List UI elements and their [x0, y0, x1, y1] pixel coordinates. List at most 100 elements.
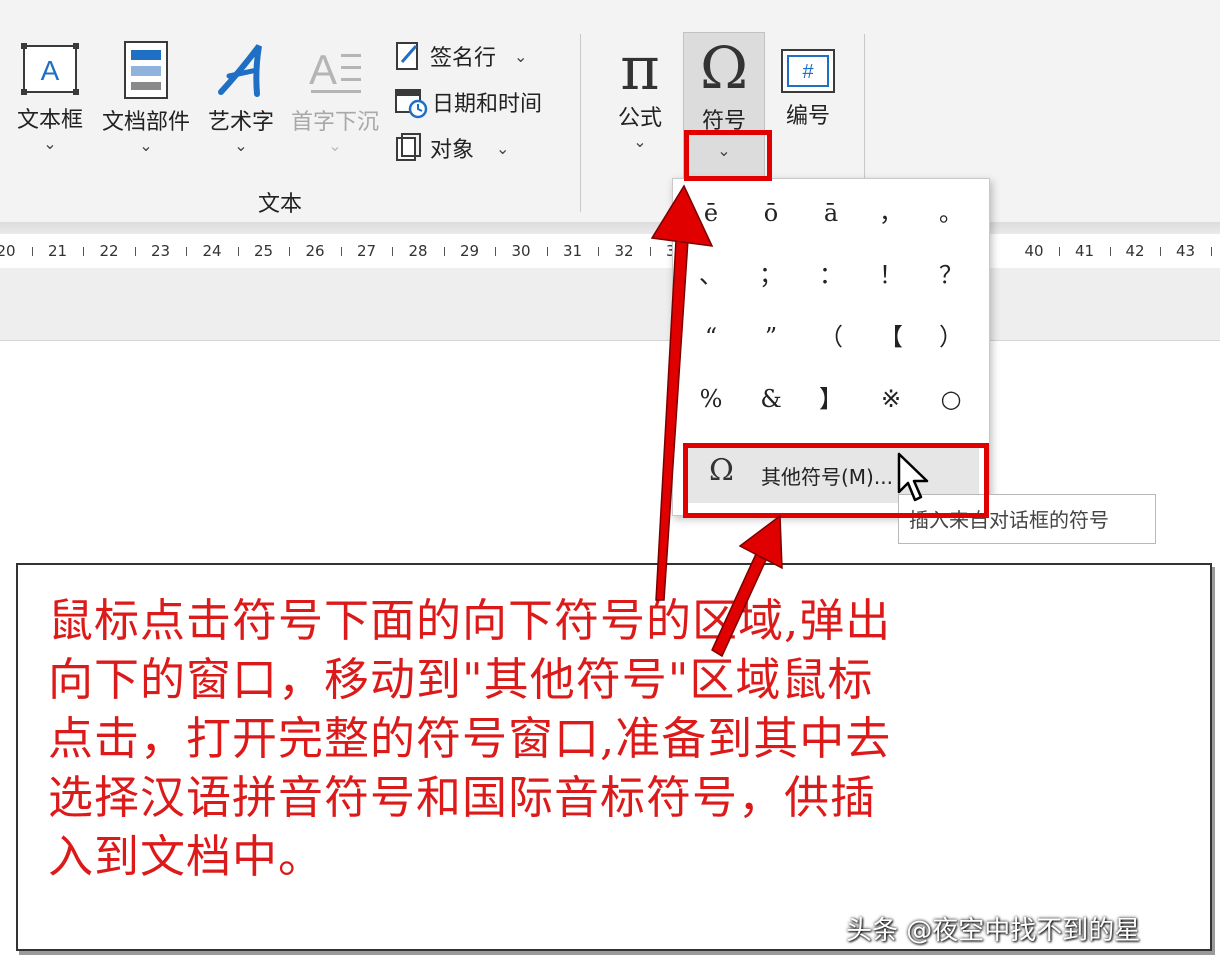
ruler-number: 31	[562, 242, 583, 260]
ruler-number: 43	[1175, 242, 1196, 260]
wordart-label: 艺术字	[207, 110, 274, 135]
wordart-icon	[218, 44, 262, 97]
numbering-label: 编号	[785, 104, 830, 129]
highlight-symbol-chevron	[684, 130, 772, 181]
symbol-cell[interactable]: ？	[921, 245, 981, 305]
ruler-number: 28	[408, 242, 428, 260]
symbol-cell[interactable]: ē	[681, 183, 741, 243]
document-parts-icon	[124, 41, 168, 99]
symbol-cell[interactable]: （	[801, 307, 861, 367]
ruler-tick	[598, 247, 599, 256]
ruler-tick	[341, 247, 342, 256]
equation-button[interactable]: π 公式 ⌄	[604, 38, 676, 168]
ruler-tick	[186, 247, 187, 256]
ruler-number: 42	[1125, 242, 1145, 260]
ruler-tick	[238, 247, 239, 256]
ribbon-shadow	[0, 222, 1220, 234]
ruler-number: 41	[1074, 242, 1095, 260]
ruler-tick	[444, 247, 445, 256]
ruler-tick	[1211, 247, 1212, 256]
group-divider	[580, 34, 581, 212]
chevron-down-icon: ⌄	[43, 134, 57, 153]
ruler-tick	[32, 247, 33, 256]
ruler-tick	[547, 247, 548, 256]
annotation-box: 鼠标点击符号下面的向下符号的区域,弹出 向下的窗口，移动到"其他符号"区域鼠标 …	[16, 563, 1212, 951]
ruler-tick	[289, 247, 290, 256]
symbol-cell[interactable]: 】	[801, 369, 861, 429]
equation-label: 公式	[617, 106, 662, 131]
symbol-cell[interactable]: ※	[861, 369, 921, 429]
object-label: 对象	[430, 138, 475, 163]
ruler-tick	[1110, 247, 1111, 256]
ruler-tick	[392, 247, 393, 256]
textbox-button[interactable]: A 文本框 ⌄	[6, 38, 94, 168]
symbol-cell[interactable]: ，	[861, 183, 921, 243]
symbol-cell[interactable]: 【	[861, 307, 921, 367]
symbol-cell[interactable]: 。	[921, 183, 981, 243]
symbol-cell[interactable]: ā	[801, 183, 861, 243]
ruler-number: 24	[202, 242, 222, 260]
text-group-label: 文本	[258, 192, 303, 217]
symbol-cell[interactable]: “	[681, 307, 741, 367]
document-parts-label: 文档部件	[101, 110, 190, 135]
symbol-cell[interactable]: ○	[921, 369, 981, 429]
wordart-button[interactable]: 艺术字 ⌄	[198, 38, 284, 168]
ruler-tick	[83, 247, 84, 256]
symbol-cell[interactable]: ”	[741, 307, 801, 367]
chevron-down-icon: ⌄	[328, 136, 342, 155]
horizontal-ruler[interactable]: 202122232425262728293031323340414243	[0, 234, 1220, 269]
numbering-icon: #	[781, 49, 835, 93]
ruler-tick	[650, 247, 651, 256]
svg-text:A: A	[309, 46, 337, 93]
ruler-tick	[1160, 247, 1161, 256]
symbol-cell[interactable]: ！	[861, 245, 921, 305]
ruler-number: 21	[47, 242, 68, 260]
drop-cap-button[interactable]: A 首字下沉 ⌄	[286, 38, 384, 168]
signature-icon	[396, 42, 418, 70]
ruler-number: 27	[356, 242, 377, 260]
pi-icon: π	[620, 34, 660, 104]
chevron-down-icon: ⌄	[633, 132, 647, 151]
symbol-cell[interactable]: &	[741, 369, 801, 429]
ruler-number: 26	[305, 242, 325, 260]
chevron-down-icon: ⌄	[496, 138, 510, 158]
drop-cap-label: 首字下沉	[290, 110, 379, 135]
date-time-label: 日期和时间	[432, 92, 543, 117]
textbox-glyph: A	[41, 55, 60, 86]
symbol-cell[interactable]: ：	[801, 245, 861, 305]
chevron-down-icon: ⌄	[234, 136, 248, 155]
drop-cap-icon: A	[309, 46, 361, 93]
symbol-cell[interactable]: ō	[741, 183, 801, 243]
numbering-button[interactable]: # 编号	[772, 38, 844, 168]
ruler-tick	[135, 247, 136, 256]
annotation-text: 鼠标点击符号下面的向下符号的区域,弹出 向下的窗口，移动到"其他符号"区域鼠标 …	[48, 594, 892, 883]
textbox-icon: A	[21, 43, 79, 95]
ruler-number: 40	[1024, 242, 1044, 260]
ruler-tick	[495, 247, 496, 256]
ruler-number: 32	[614, 242, 634, 260]
highlight-more-symbols	[683, 443, 989, 518]
symbol-cell[interactable]: %	[681, 369, 741, 429]
ruler-tick	[1059, 247, 1060, 256]
ruler-number: 20	[0, 242, 16, 260]
date-time-button[interactable]: 日期和时间	[394, 84, 570, 120]
chevron-down-icon: ⌄	[139, 136, 153, 155]
watermark: 头条 @夜空中找不到的星	[846, 916, 1141, 946]
object-icon	[396, 133, 421, 161]
ruler-number: 22	[99, 242, 119, 260]
chevron-down-icon: ⌄	[514, 46, 528, 66]
symbol-cell[interactable]: ；	[741, 245, 801, 305]
document-margin-area	[0, 268, 1220, 341]
ruler-number: 25	[253, 242, 274, 260]
symbol-cell[interactable]: ）	[921, 307, 981, 367]
object-button[interactable]: 对象 ⌄	[394, 130, 570, 166]
signature-line-button[interactable]: 签名行 ⌄	[394, 38, 570, 74]
symbol-cell[interactable]: 、	[681, 245, 741, 305]
textbox-label: 文本框	[16, 108, 83, 133]
omega-icon: Ω	[699, 34, 749, 102]
signature-label: 签名行	[430, 46, 497, 71]
calendar-clock-icon	[395, 89, 428, 119]
ruler-number: 23	[150, 242, 171, 260]
ruler-number: 30	[511, 242, 531, 260]
document-parts-button[interactable]: 文档部件 ⌄	[96, 38, 196, 168]
